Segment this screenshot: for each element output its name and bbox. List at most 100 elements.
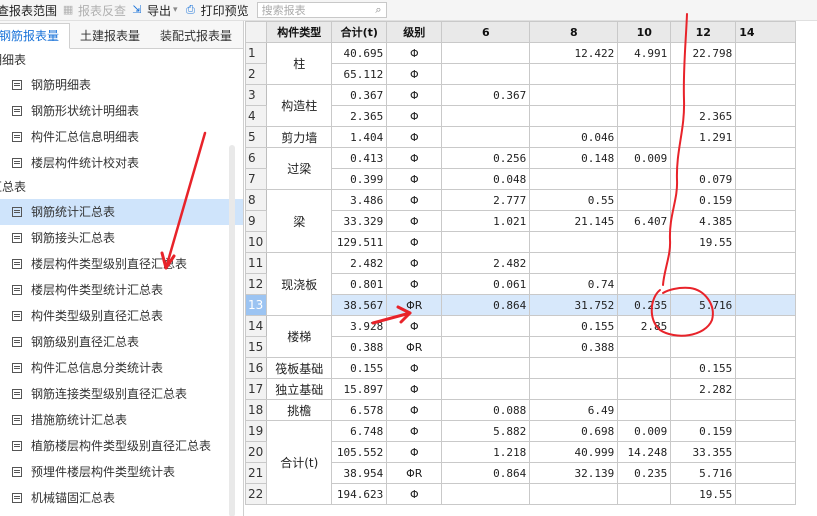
row-number[interactable]: 20	[244, 441, 268, 463]
dia-12-cell[interactable]	[670, 252, 737, 274]
dia-12-cell[interactable]	[670, 84, 737, 106]
grade-cell[interactable]: ΦR	[386, 294, 443, 316]
table-row[interactable]: 17 独立基础 15.897 Φ 2.282	[244, 378, 797, 400]
print-preview-button[interactable]: ⎙ 打印预览	[184, 0, 248, 20]
dia-12-cell[interactable]	[670, 315, 737, 337]
table-row[interactable]: 19 合计(t) 6.748 Φ 5.882 0.698 0.009 0.159	[244, 420, 797, 505]
table-row[interactable]: 6 过梁 0.413 Φ 0.256 0.148 0.009	[244, 147, 797, 190]
total-cell[interactable]: 3.486	[331, 189, 388, 211]
row-number[interactable]: 5	[244, 126, 268, 148]
search-input[interactable]: 搜索报表 ⌕	[256, 2, 387, 18]
grade-cell[interactable]: Φ	[386, 210, 443, 232]
row-number[interactable]: 11	[244, 252, 268, 274]
dia-6-cell[interactable]	[441, 126, 531, 148]
row-number[interactable]: 14	[244, 315, 268, 337]
grade-cell[interactable]: Φ	[386, 105, 443, 127]
component-type-cell[interactable]: 过梁	[266, 147, 333, 190]
row-number[interactable]: 22	[244, 483, 268, 505]
dia-10-cell[interactable]: 6.407	[617, 210, 672, 232]
row-number[interactable]: 13	[244, 294, 268, 316]
dia-10-cell[interactable]: 0.235	[617, 462, 672, 484]
dia-14-cell[interactable]	[735, 273, 797, 295]
dia-12-cell[interactable]: 22.798	[670, 42, 737, 64]
tree-item[interactable]: 措施筋统计汇总表	[0, 407, 243, 433]
total-cell[interactable]: 0.801	[331, 273, 388, 295]
component-type-cell[interactable]: 筏板基础	[266, 357, 333, 379]
tree-group[interactable]: 汇总表	[0, 176, 243, 199]
row-number[interactable]: 18	[244, 399, 268, 421]
dia-12-cell[interactable]: 5.716	[670, 294, 737, 316]
tree-item[interactable]: 预埋件楼层构件类型统计表	[0, 459, 243, 485]
component-type-cell[interactable]: 梁	[266, 189, 333, 253]
dia-12-cell[interactable]	[670, 273, 737, 295]
grade-cell[interactable]: Φ	[386, 189, 443, 211]
col-header-10[interactable]: 10	[617, 21, 672, 43]
total-cell[interactable]: 0.413	[331, 147, 388, 169]
dia-6-cell[interactable]: 0.367	[441, 84, 531, 106]
dia-6-cell[interactable]: 0.864	[441, 294, 531, 316]
grade-cell[interactable]: Φ	[386, 420, 443, 442]
dia-6-cell[interactable]: 0.088	[441, 399, 531, 421]
dia-10-cell[interactable]: 14.248	[617, 441, 672, 463]
row-number[interactable]: 8	[244, 189, 268, 211]
table-row[interactable]: 1 柱 40.695 Φ 12.422 4.991 22.798	[244, 42, 797, 85]
tree-item[interactable]: 钢筋形状统计明细表	[0, 98, 243, 124]
row-number[interactable]: 16	[244, 357, 268, 379]
total-cell[interactable]: 2.365	[331, 105, 388, 127]
dia-10-cell[interactable]: 0.235	[617, 294, 672, 316]
total-cell[interactable]: 0.399	[331, 168, 388, 190]
total-cell[interactable]: 0.367	[331, 84, 388, 106]
dia-6-cell[interactable]	[441, 378, 531, 400]
tree-item[interactable]: 构件汇总信息分类统计表	[0, 355, 243, 381]
dia-6-cell[interactable]	[441, 42, 531, 64]
grade-cell[interactable]: Φ	[386, 483, 443, 505]
dia-14-cell[interactable]	[735, 483, 797, 505]
dia-8-cell[interactable]: 0.046	[529, 126, 619, 148]
grade-cell[interactable]: Φ	[386, 378, 443, 400]
tree-item[interactable]: 钢筋接头汇总表	[0, 225, 243, 251]
dia-6-cell[interactable]	[441, 357, 531, 379]
dia-14-cell[interactable]	[735, 399, 797, 421]
export-button[interactable]: ⇲ 导出 ▾	[130, 0, 180, 20]
grade-cell[interactable]: Φ	[386, 357, 443, 379]
total-cell[interactable]: 129.511	[331, 231, 388, 253]
total-cell[interactable]: 40.695	[331, 42, 388, 64]
dia-14-cell[interactable]	[735, 84, 797, 106]
row-number[interactable]: 21	[244, 462, 268, 484]
row-number[interactable]: 2	[244, 63, 268, 85]
row-number[interactable]: 17	[244, 378, 268, 400]
dia-12-cell[interactable]: 33.355	[670, 441, 737, 463]
component-type-cell[interactable]: 楼梯	[266, 315, 333, 358]
dia-8-cell[interactable]	[529, 84, 619, 106]
total-cell[interactable]: 38.567	[331, 294, 388, 316]
dia-6-cell[interactable]: 0.048	[441, 168, 531, 190]
dia-6-cell[interactable]	[441, 336, 531, 358]
dia-10-cell[interactable]: 2.85	[617, 315, 672, 337]
dia-6-cell[interactable]: 1.218	[441, 441, 531, 463]
tab-rebar[interactable]: 钢筋报表量	[0, 23, 71, 49]
dia-14-cell[interactable]	[735, 357, 797, 379]
total-cell[interactable]: 0.155	[331, 357, 388, 379]
total-cell[interactable]: 194.623	[331, 483, 388, 505]
dia-14-cell[interactable]	[735, 210, 797, 232]
dia-8-cell[interactable]	[529, 357, 619, 379]
dia-12-cell[interactable]: 1.291	[670, 126, 737, 148]
dia-12-cell[interactable]	[670, 399, 737, 421]
tree-item[interactable]: 植筋楼层构件类型级别直径汇总表	[0, 433, 243, 459]
total-cell[interactable]: 3.928	[331, 315, 388, 337]
dia-12-cell[interactable]: 0.155	[670, 357, 737, 379]
dia-14-cell[interactable]	[735, 315, 797, 337]
col-header-6[interactable]: 6	[441, 21, 531, 43]
row-number[interactable]: 10	[244, 231, 268, 253]
grade-cell[interactable]: Φ	[386, 399, 443, 421]
dia-10-cell[interactable]	[617, 357, 672, 379]
dia-10-cell[interactable]	[617, 189, 672, 211]
dia-10-cell[interactable]	[617, 84, 672, 106]
grade-cell[interactable]: Φ	[386, 273, 443, 295]
total-cell[interactable]: 2.482	[331, 252, 388, 274]
dia-8-cell[interactable]: 0.388	[529, 336, 619, 358]
dia-6-cell[interactable]: 2.777	[441, 189, 531, 211]
tree-item[interactable]: 楼层构件统计校对表	[0, 150, 243, 176]
dia-14-cell[interactable]	[735, 147, 797, 169]
total-cell[interactable]: 15.897	[331, 378, 388, 400]
